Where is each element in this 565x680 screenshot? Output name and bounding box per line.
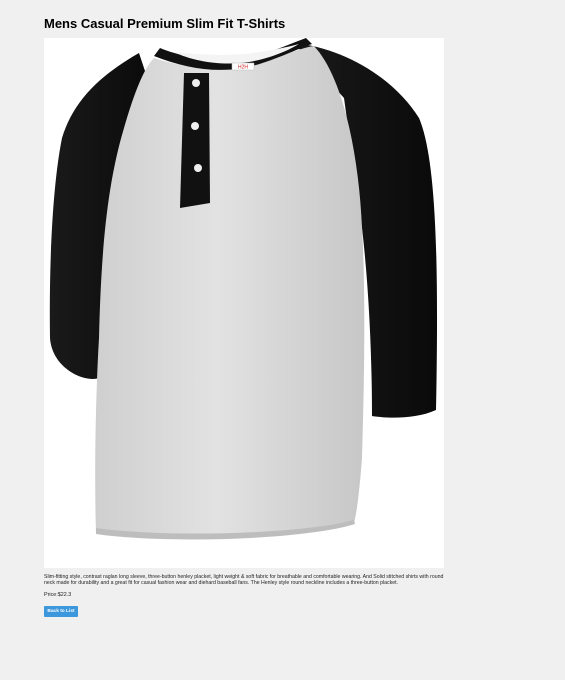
henley-shirt-image: H2H (49, 38, 438, 540)
shirt-button (191, 122, 199, 130)
page-title: Mens Casual Premium Slim Fit T-Shirts (44, 16, 286, 31)
back-to-list-button[interactable]: Back to List (44, 606, 78, 617)
brand-tag-text: H2H (238, 65, 248, 71)
shirt-body (95, 46, 365, 539)
shirt-button (194, 164, 202, 172)
price-row: Price:$22.3 (44, 592, 71, 598)
price-label: Price: (44, 592, 58, 598)
price-value: $22.3 (57, 592, 72, 598)
shirt-placket (180, 73, 210, 208)
product-detail-page: Mens Casual Premium Slim Fit T-Shirts H2… (0, 0, 565, 680)
shirt-button (192, 79, 200, 87)
product-description: Slim-fitting style, contrast raglan long… (44, 574, 444, 587)
product-image: H2H (44, 38, 444, 568)
